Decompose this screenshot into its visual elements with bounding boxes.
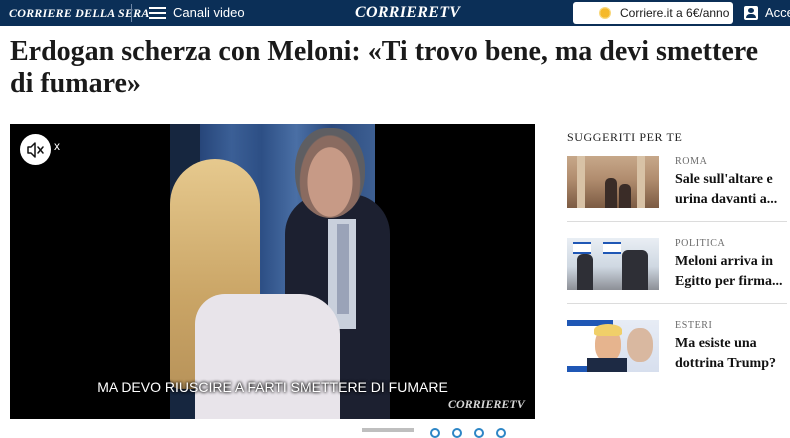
video-watermark: CORRIERETV — [448, 397, 525, 411]
suggested-section-title: SUGGERITI PER TE — [567, 130, 683, 144]
divider — [131, 4, 132, 22]
divider — [567, 303, 787, 304]
brand-logo[interactable]: CORRIERE DELLA SERA — [9, 6, 150, 21]
share-dot[interactable] — [452, 428, 462, 438]
share-dot[interactable] — [474, 428, 484, 438]
suggested-category: POLITICA — [675, 238, 726, 249]
top-navigation-bar: CORRIERE DELLA SERA Canali video CORRIER… — [0, 0, 790, 26]
suggested-item[interactable]: ROMA Sale sull'altare e urina davanti a.… — [567, 156, 787, 216]
suggested-thumbnail[interactable] — [567, 320, 659, 372]
thumbnail-face — [627, 328, 653, 362]
suggested-item[interactable]: ESTERI Ma esiste una dottrina Trump? — [567, 320, 787, 380]
thumbnail-column — [577, 156, 585, 208]
thumbnail-figure — [577, 254, 593, 290]
subscribe-button[interactable]: Corriere.it a 6€/anno — [573, 2, 733, 24]
thumbnail-figure — [619, 184, 631, 208]
video-frame-head — [295, 128, 365, 218]
suggested-title[interactable]: Meloni arriva in Egitto per firma... — [675, 252, 785, 292]
unmute-button[interactable] — [20, 134, 51, 165]
thumbnail-suit — [587, 358, 627, 372]
video-subtitle: MA DEVO RIUSCIRE A FARTI SMETTERE DI FUM… — [97, 379, 448, 395]
suggested-category: ROMA — [675, 156, 708, 167]
mute-close-mark[interactable]: x — [54, 139, 60, 153]
share-dot[interactable] — [430, 428, 440, 438]
login-link[interactable]: Acce — [765, 5, 790, 20]
sun-icon — [599, 7, 611, 19]
suggested-item[interactable]: POLITICA Meloni arriva in Egitto per fir… — [567, 238, 787, 298]
share-bar[interactable] — [362, 428, 414, 432]
thumbnail-figure — [605, 178, 617, 208]
divider — [567, 221, 787, 222]
thumbnail-figure — [622, 250, 648, 290]
share-dot[interactable] — [496, 428, 506, 438]
thumbnail-column — [637, 156, 645, 208]
suggested-thumbnail[interactable] — [567, 156, 659, 208]
video-frame-tie — [337, 224, 349, 314]
suggested-thumbnail[interactable] — [567, 238, 659, 290]
mute-icon — [27, 142, 44, 158]
suggested-title[interactable]: Ma esiste una dottrina Trump? — [675, 334, 785, 374]
subscribe-label: Corriere.it a 6€/anno — [620, 6, 730, 20]
thumbnail-flag — [603, 242, 621, 254]
channels-menu-button[interactable]: Canali video — [173, 5, 245, 20]
user-icon[interactable] — [744, 6, 758, 20]
article-headline: Erdogan scherza con Meloni: «Ti trovo be… — [10, 36, 759, 99]
thumbnail-flag — [573, 242, 591, 254]
menu-icon[interactable] — [149, 7, 166, 19]
thumbnail-hair — [594, 324, 622, 336]
video-frame-jacket — [195, 294, 340, 419]
suggested-title[interactable]: Sale sull'altare e urina davanti a... — [675, 170, 785, 210]
video-player[interactable]: x MA DEVO RIUSCIRE A FARTI SMETTERE DI F… — [10, 124, 535, 419]
corrieretv-logo[interactable]: CORRIERETV — [355, 4, 460, 22]
suggested-category: ESTERI — [675, 320, 713, 331]
